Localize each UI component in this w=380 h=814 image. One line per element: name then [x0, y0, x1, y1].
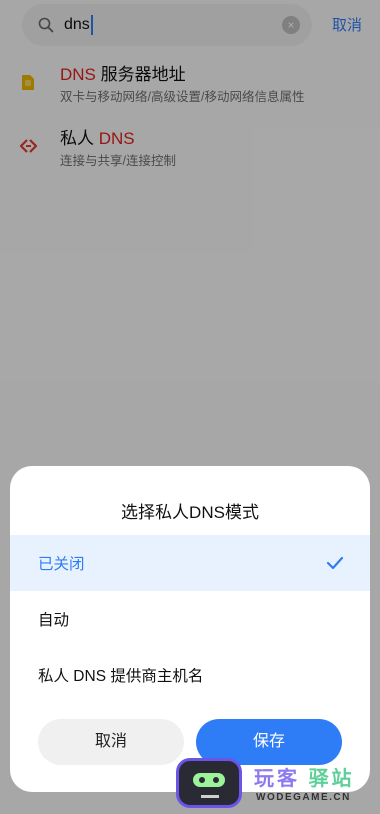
option-automatic[interactable]: 自动	[10, 591, 370, 647]
private-dns-mode-dialog: 选择私人DNS模式 已关闭 自动 私人 DNS 提供商主机名 取消 保存	[10, 466, 370, 792]
option-label: 已关闭	[38, 556, 85, 573]
option-label: 自动	[38, 612, 70, 629]
watermark-cn: 玩客 驿站	[254, 768, 355, 790]
watermark-en: WODEGAME.CN	[256, 792, 351, 803]
cancel-button[interactable]: 取消	[38, 719, 184, 765]
watermark: 玩客 驿站 WODEGAME.CN	[176, 758, 380, 814]
dialog-title: 选择私人DNS模式	[121, 503, 259, 522]
option-provider-hostname[interactable]: 私人 DNS 提供商主机名	[10, 647, 370, 703]
robot-logo-icon	[176, 758, 242, 808]
option-label: 私人 DNS 提供商主机名	[38, 668, 204, 685]
check-icon	[326, 556, 344, 570]
option-off[interactable]: 已关闭	[10, 535, 370, 591]
